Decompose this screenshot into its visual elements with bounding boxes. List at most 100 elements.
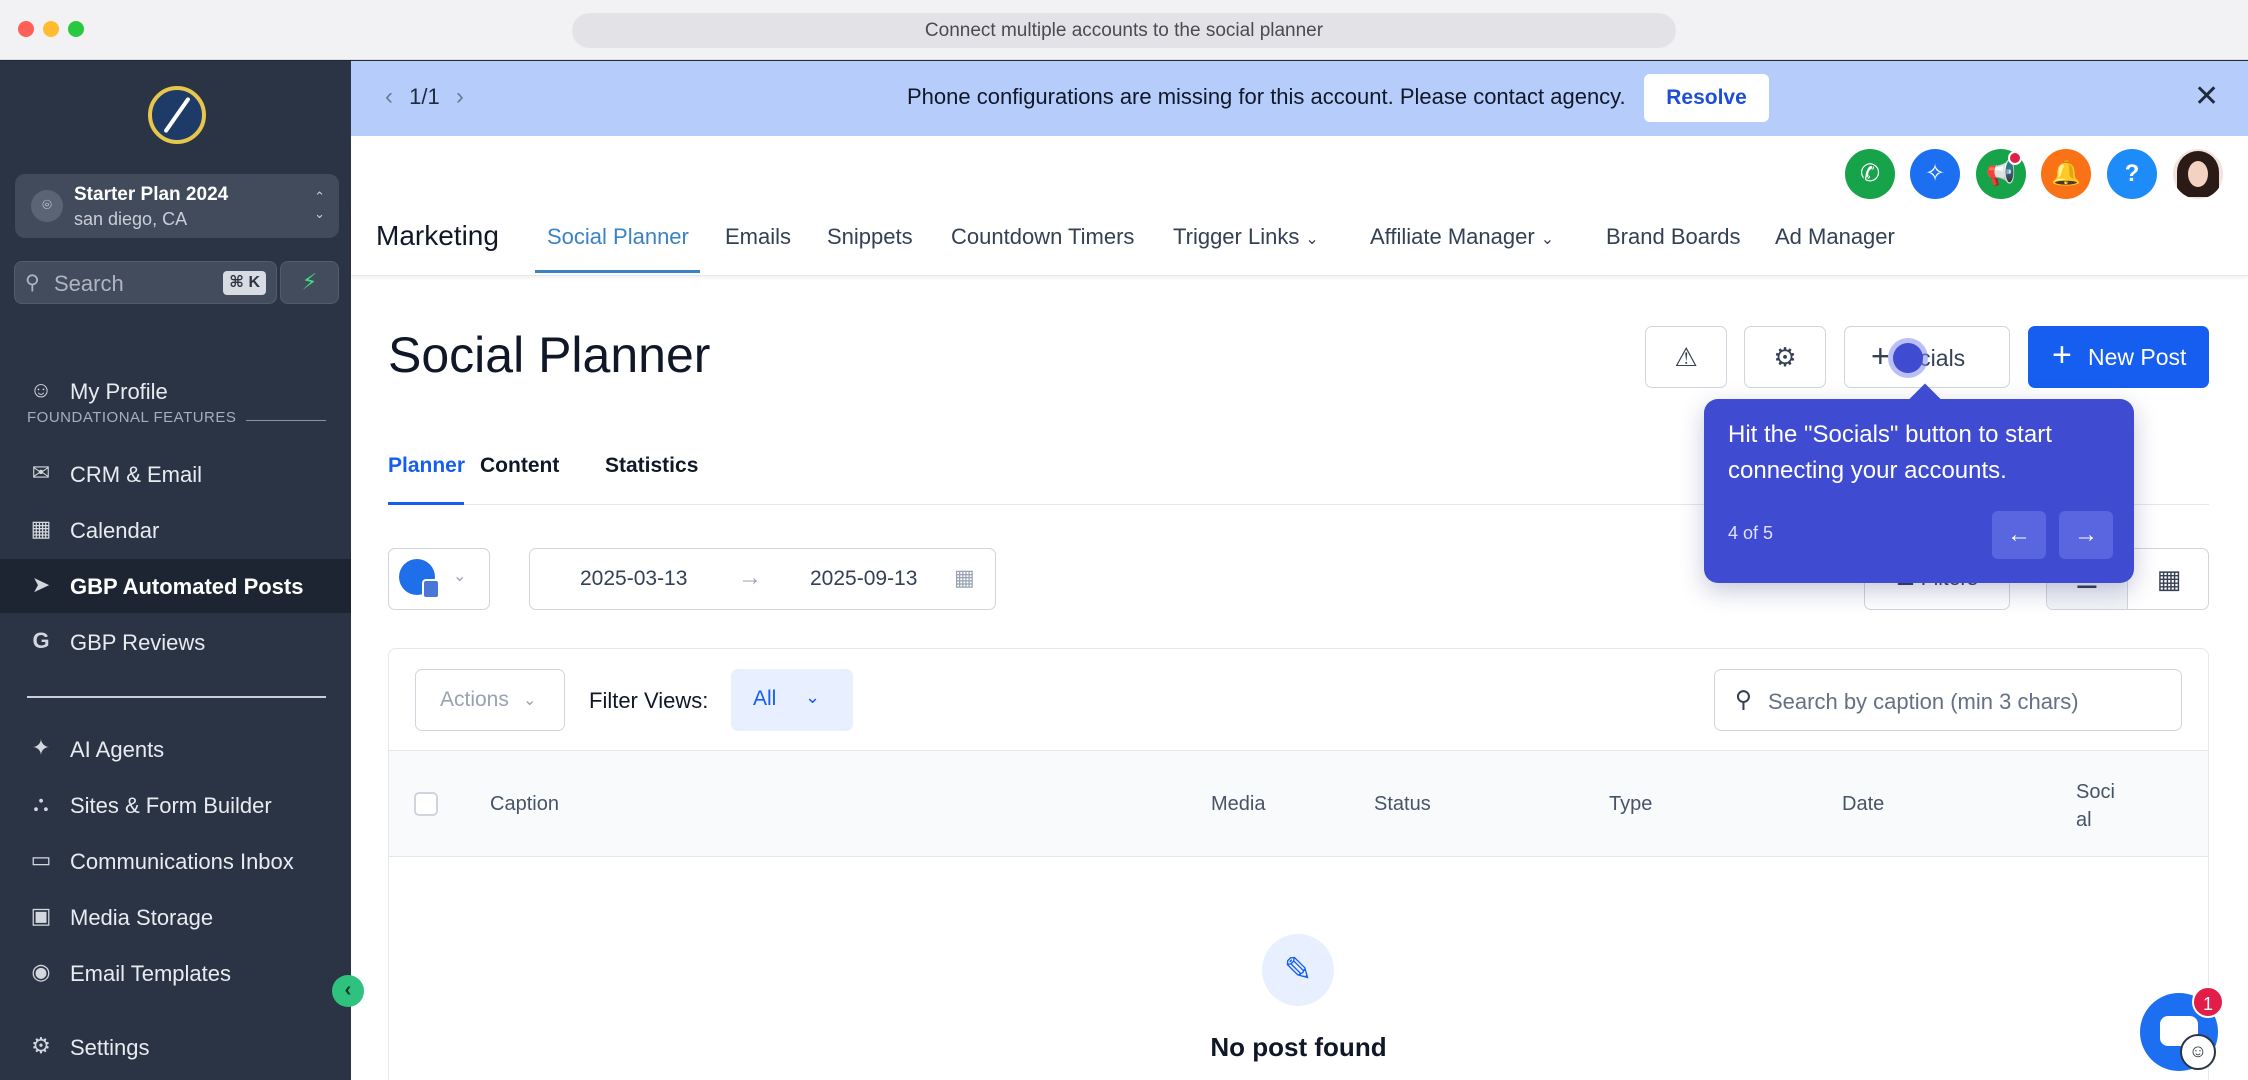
tab-content[interactable]: Content [480,454,559,478]
sidebar-item-crm-email[interactable]: ✉ CRM & Email [0,447,351,501]
account-switcher[interactable]: ⌾ Starter Plan 2024 san diego, CA ⌃ ⌄ [15,174,339,238]
sidebar-item-label: Sites & Form Builder [70,793,272,818]
sidebar-item-label: Settings [70,1035,150,1060]
account-filter-dropdown[interactable]: ⌄ [388,548,490,610]
chevron-down-icon: ⌄ [523,692,537,709]
tooltip-prev-button[interactable]: ← [1992,511,2046,559]
collapse-sidebar-button[interactable]: ‹ [332,975,364,1007]
column-type[interactable]: Type [1609,793,1652,816]
tab-emails[interactable]: Emails [725,224,791,250]
socials-button[interactable]: + cials [1844,326,2010,388]
tab-statistics[interactable]: Statistics [605,454,698,478]
close-icon[interactable]: ✕ [2194,79,2219,114]
new-post-button[interactable]: + New Post [2028,326,2209,388]
chevron-left-icon[interactable]: ‹ [385,83,393,110]
tab-countdown-timers[interactable]: Countdown Timers [951,224,1134,250]
active-tab-indicator [535,270,700,273]
sidebar-item-communications-inbox[interactable]: ▭ Communications Inbox [0,834,351,888]
tab-ad-manager[interactable]: Ad Manager [1775,224,1895,250]
actions-dropdown[interactable]: Actions ⌄ [415,669,565,731]
notification-dot [2008,151,2022,165]
tab-snippets[interactable]: Snippets [827,224,913,250]
edit-icon: ✎ [1262,934,1334,1006]
maximize-window-button[interactable] [68,21,84,37]
phone-icon[interactable]: ✆ [1845,149,1895,199]
chevron-right-icon[interactable]: › [456,83,464,110]
sidebar-search-placeholder: Search [54,271,124,296]
sidebar-item-label: CRM & Email [70,462,203,487]
sidebar-item-ai-agents[interactable]: ✦ AI Agents [0,722,351,776]
section-divider [246,420,326,421]
brand-logo[interactable] [148,86,206,144]
close-window-button[interactable] [18,21,34,37]
column-status[interactable]: Status [1374,793,1431,816]
feedback-button[interactable]: ⚠ [1645,326,1727,388]
sidebar-item-gbp-automated-posts[interactable]: ➤ GBP Automated Posts [0,559,351,613]
onboarding-hotspot[interactable] [1893,343,1923,373]
select-all-checkbox[interactable] [414,792,438,816]
chevron-down-icon: ⌄ [1540,231,1555,248]
resolve-button[interactable]: Resolve [1644,74,1769,122]
tab-label: Trigger Links [1173,224,1300,249]
account-name: Starter Plan 2024 [74,184,229,205]
tab-planner[interactable]: Planner [388,454,465,478]
tooltip-next-button[interactable]: → [2059,511,2113,559]
settings-button[interactable]: ⚙ [1744,326,1826,388]
navigation-arrow-icon: ➤ [31,572,51,597]
sidebar-item-label: Communications Inbox [70,849,294,874]
tab-label: Affiliate Manager [1370,224,1535,249]
sidebar-search[interactable]: ⚲ Search ⌘ K [14,261,277,304]
caption-search-input[interactable]: ⚲ Search by caption (min 3 chars) [1714,669,2182,731]
sidebar-item-sites-form-builder[interactable]: ⛬ Sites & Form Builder [0,778,351,832]
chevron-down-icon: ⌄ [1305,231,1319,248]
quick-action-button[interactable]: ⚡ [280,261,339,304]
tab-trigger-links[interactable]: Trigger Links ⌄ [1173,224,1319,250]
sidebar-item-label: Email Templates [70,961,231,986]
column-social[interactable]: Soci al [2076,778,2124,834]
sidebar-item-label: GBP Automated Posts [70,574,304,599]
location-pin-icon: ⌾ [31,190,63,222]
sparkle-icon[interactable]: ✧ [1910,149,1960,199]
avatar[interactable] [2173,149,2223,199]
shortcut-badge: ⌘ K [223,271,266,295]
tooltip-text: Hit the "Socials" button to start connec… [1728,421,2052,484]
posts-table: Actions ⌄ Filter Views: All ⌄ ⚲ Search b… [388,648,2209,1080]
column-date[interactable]: Date [1842,793,1884,816]
table-header: Caption Media Status Type Date Soci al [389,750,2208,857]
window-titlebar: Connect multiple accounts to the social … [0,0,2248,60]
support-chat-icon[interactable]: ☺ [2180,1034,2216,1070]
tooltip-step: 4 of 5 [1728,523,1774,543]
tab-social-planner[interactable]: Social Planner [547,224,689,250]
onboarding-tooltip: Hit the "Socials" button to start connec… [1704,399,2134,583]
column-media[interactable]: Media [1211,793,1265,816]
megaphone-icon[interactable]: 📢 [1976,149,2026,199]
banner-pager: ‹ 1/1 › [385,83,464,111]
chevron-up-down-icon: ⌃ ⌄ [314,189,325,221]
date-range-picker[interactable]: 2025-03-13 → 2025-09-13 ▦ [529,548,996,610]
sidebar-item-email-templates[interactable]: ◉ Email Templates [0,946,351,1000]
message-alert-icon: ⚠ [1674,342,1698,372]
banner-message: Phone configurations are missing for thi… [907,84,1626,109]
arrow-right-icon: → [738,564,762,591]
calendar-icon: ▦ [2156,564,2182,594]
sidebar-item-media-storage[interactable]: ▣ Media Storage [0,890,351,944]
filter-views-select[interactable]: All ⌄ [731,669,853,731]
sidebar-item-gbp-reviews[interactable]: G GBP Reviews [0,615,351,669]
sidebar-item-settings[interactable]: ⚙ Settings [0,1020,351,1074]
bell-icon[interactable]: 🔔 [2041,149,2091,199]
chevron-down-icon: ⌄ [805,687,821,707]
sidebar-item-label: AI Agents [70,737,165,762]
section-title: Marketing [376,220,499,251]
minimize-window-button[interactable] [43,21,59,37]
sidebar-item-calendar[interactable]: ▦ Calendar [0,503,351,557]
tab-affiliate-manager[interactable]: Affiliate Manager ⌄ [1370,224,1554,250]
tab-brand-boards[interactable]: Brand Boards [1606,224,1741,250]
help-icon[interactable]: ? [2107,149,2157,199]
calendar-view-button[interactable]: ▦ [2128,549,2208,609]
marketing-nav: Marketing Social Planner Emails Snippets… [351,206,2248,276]
alert-banner: ‹ 1/1 › Phone configurations are missing… [351,61,2248,136]
chevron-down-icon: ⌄ [453,568,467,585]
envelope-open-icon: ✉ [31,460,51,485]
column-caption[interactable]: Caption [490,793,559,816]
sidebar-item-label: GBP Reviews [70,630,206,655]
